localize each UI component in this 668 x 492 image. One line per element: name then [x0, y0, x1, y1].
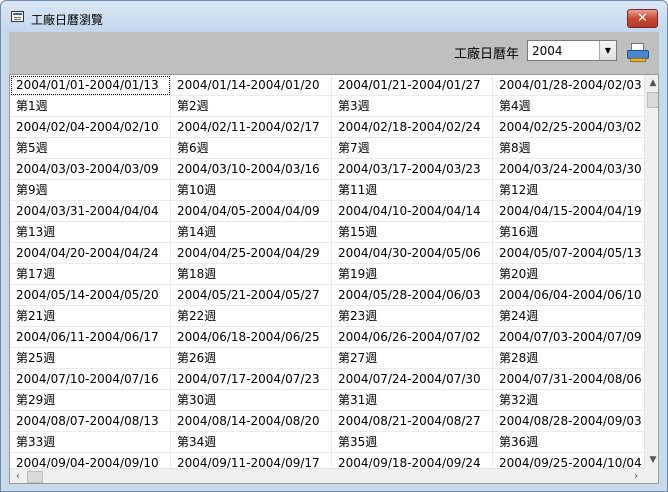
vertical-scrollbar[interactable]: ▲ ▼: [644, 75, 658, 468]
date-range-cell[interactable]: 2004/06/26-2004/07/02: [332, 327, 493, 348]
printer-tray: [630, 58, 646, 62]
week-label-cell[interactable]: 第6週: [171, 138, 332, 159]
date-range-cell[interactable]: 2004/04/05-2004/04/09: [171, 201, 332, 222]
date-range-cell[interactable]: 2004/04/30-2004/05/06: [332, 243, 493, 264]
date-range-cell[interactable]: 2004/06/18-2004/06/25: [171, 327, 332, 348]
week-label-cell[interactable]: 第35週: [332, 432, 493, 453]
year-value: 2004: [532, 44, 563, 58]
scroll-right-icon[interactable]: ›: [628, 469, 644, 483]
week-label-cell[interactable]: 第26週: [171, 348, 332, 369]
week-label-cell[interactable]: 第22週: [171, 306, 332, 327]
week-label-cell[interactable]: 第10週: [171, 180, 332, 201]
app-icon: [11, 11, 24, 22]
date-range-cell[interactable]: 2004/06/04-2004/06/10: [493, 285, 654, 306]
date-range-cell[interactable]: 2004/06/11-2004/06/17: [10, 327, 171, 348]
date-range-cell[interactable]: 2004/07/17-2004/07/23: [171, 369, 332, 390]
week-label-cell[interactable]: 第32週: [493, 390, 654, 411]
week-label-cell[interactable]: 第21週: [10, 306, 171, 327]
scroll-up-icon[interactable]: ▲: [645, 75, 658, 91]
date-range-cell[interactable]: 2004/07/31-2004/08/06: [493, 369, 654, 390]
calendar-window: 工廠日曆瀏覽 ✕ 工廠日曆年 2004 ▼ 2004/01/01-2004/01…: [0, 0, 668, 492]
year-label: 工廠日曆年: [454, 47, 520, 62]
date-range-cell[interactable]: 2004/02/11-2004/02/17: [171, 117, 332, 138]
window-title: 工廠日曆瀏覽: [31, 13, 104, 27]
close-button[interactable]: ✕: [627, 9, 658, 28]
date-range-cell[interactable]: 2004/02/18-2004/02/24: [332, 117, 493, 138]
date-range-cell[interactable]: 2004/04/15-2004/04/19: [493, 201, 654, 222]
vertical-scroll-thumb[interactable]: [647, 92, 658, 108]
date-range-cell[interactable]: 2004/08/14-2004/08/20: [171, 411, 332, 432]
week-label-cell[interactable]: 第36週: [493, 432, 654, 453]
date-range-cell[interactable]: 2004/04/10-2004/04/14: [332, 201, 493, 222]
scroll-corner: [644, 468, 658, 483]
date-range-cell[interactable]: 2004/08/07-2004/08/13: [10, 411, 171, 432]
week-label-cell[interactable]: 第31週: [332, 390, 493, 411]
date-range-cell[interactable]: 2004/03/10-2004/03/16: [171, 159, 332, 180]
date-range-cell[interactable]: 2004/05/14-2004/05/20: [10, 285, 171, 306]
print-button[interactable]: [626, 42, 650, 64]
week-label-cell[interactable]: 第28週: [493, 348, 654, 369]
date-range-cell[interactable]: 2004/02/04-2004/02/10: [10, 117, 171, 138]
week-label-cell[interactable]: 第27週: [332, 348, 493, 369]
date-range-cell[interactable]: 2004/04/25-2004/04/29: [171, 243, 332, 264]
week-label-cell[interactable]: 第19週: [332, 264, 493, 285]
week-label-cell[interactable]: 第17週: [10, 264, 171, 285]
date-range-cell[interactable]: 2004/07/10-2004/07/16: [10, 369, 171, 390]
week-label-cell[interactable]: 第30週: [171, 390, 332, 411]
date-range-cell[interactable]: 2004/03/31-2004/04/04: [10, 201, 171, 222]
week-label-cell[interactable]: 第25週: [10, 348, 171, 369]
date-range-cell[interactable]: 2004/02/25-2004/03/02: [493, 117, 654, 138]
week-label-cell[interactable]: 第8週: [493, 138, 654, 159]
week-label-cell[interactable]: 第24週: [493, 306, 654, 327]
date-range-cell[interactable]: 2004/01/01-2004/01/13: [10, 75, 171, 96]
chevron-down-icon[interactable]: ▼: [599, 41, 616, 60]
week-label-cell[interactable]: 第18週: [171, 264, 332, 285]
horizontal-scrollbar[interactable]: ‹ ›: [10, 468, 644, 483]
date-range-cell[interactable]: 2004/08/21-2004/08/27: [332, 411, 493, 432]
week-label-cell[interactable]: 第7週: [332, 138, 493, 159]
week-label-cell[interactable]: 第14週: [171, 222, 332, 243]
date-range-cell[interactable]: 2004/07/03-2004/07/09: [493, 327, 654, 348]
week-label-cell[interactable]: 第3週: [332, 96, 493, 117]
date-range-cell[interactable]: 2004/07/24-2004/07/30: [332, 369, 493, 390]
week-label-cell[interactable]: 第29週: [10, 390, 171, 411]
week-label-cell[interactable]: 第34週: [171, 432, 332, 453]
date-range-cell[interactable]: 2004/05/28-2004/06/03: [332, 285, 493, 306]
week-label-cell[interactable]: 第1週: [10, 96, 171, 117]
date-range-cell[interactable]: 2004/05/07-2004/05/13: [493, 243, 654, 264]
week-label-cell[interactable]: 第15週: [332, 222, 493, 243]
scroll-down-icon[interactable]: ▼: [645, 452, 658, 468]
week-label-cell[interactable]: 第4週: [493, 96, 654, 117]
week-label-cell[interactable]: 第13週: [10, 222, 171, 243]
year-select[interactable]: 2004 ▼: [527, 40, 617, 61]
week-label-cell[interactable]: 第33週: [10, 432, 171, 453]
horizontal-scroll-thumb[interactable]: [27, 471, 43, 483]
week-label-cell[interactable]: 第12週: [493, 180, 654, 201]
week-label-cell[interactable]: 第2週: [171, 96, 332, 117]
week-label-cell[interactable]: 第16週: [493, 222, 654, 243]
date-range-cell[interactable]: 2004/03/03-2004/03/09: [10, 159, 171, 180]
date-range-cell[interactable]: 2004/08/28-2004/09/03: [493, 411, 654, 432]
week-label-cell[interactable]: 第23週: [332, 306, 493, 327]
calendar-grid[interactable]: 2004/01/01-2004/01/13 2004/01/14-2004/01/…: [9, 74, 659, 484]
date-range-cell[interactable]: 2004/03/24-2004/03/30: [493, 159, 654, 180]
week-label-cell[interactable]: 第11週: [332, 180, 493, 201]
date-range-cell[interactable]: 2004/01/28-2004/02/03: [493, 75, 654, 96]
date-range-cell[interactable]: 2004/01/21-2004/01/27: [332, 75, 493, 96]
date-range-cell[interactable]: 2004/04/20-2004/04/24: [10, 243, 171, 264]
date-range-cell[interactable]: 2004/03/17-2004/03/23: [332, 159, 493, 180]
week-label-cell[interactable]: 第9週: [10, 180, 171, 201]
date-range-cell[interactable]: 2004/01/14-2004/01/20: [171, 75, 332, 96]
toolbar: 工廠日曆年 2004 ▼: [9, 32, 659, 74]
scroll-left-icon[interactable]: ‹: [10, 469, 26, 483]
date-range-cell[interactable]: 2004/05/21-2004/05/27: [171, 285, 332, 306]
title-bar: 工廠日曆瀏覽 ✕: [1, 1, 667, 32]
week-label-cell[interactable]: 第20週: [493, 264, 654, 285]
week-label-cell[interactable]: 第5週: [10, 138, 171, 159]
